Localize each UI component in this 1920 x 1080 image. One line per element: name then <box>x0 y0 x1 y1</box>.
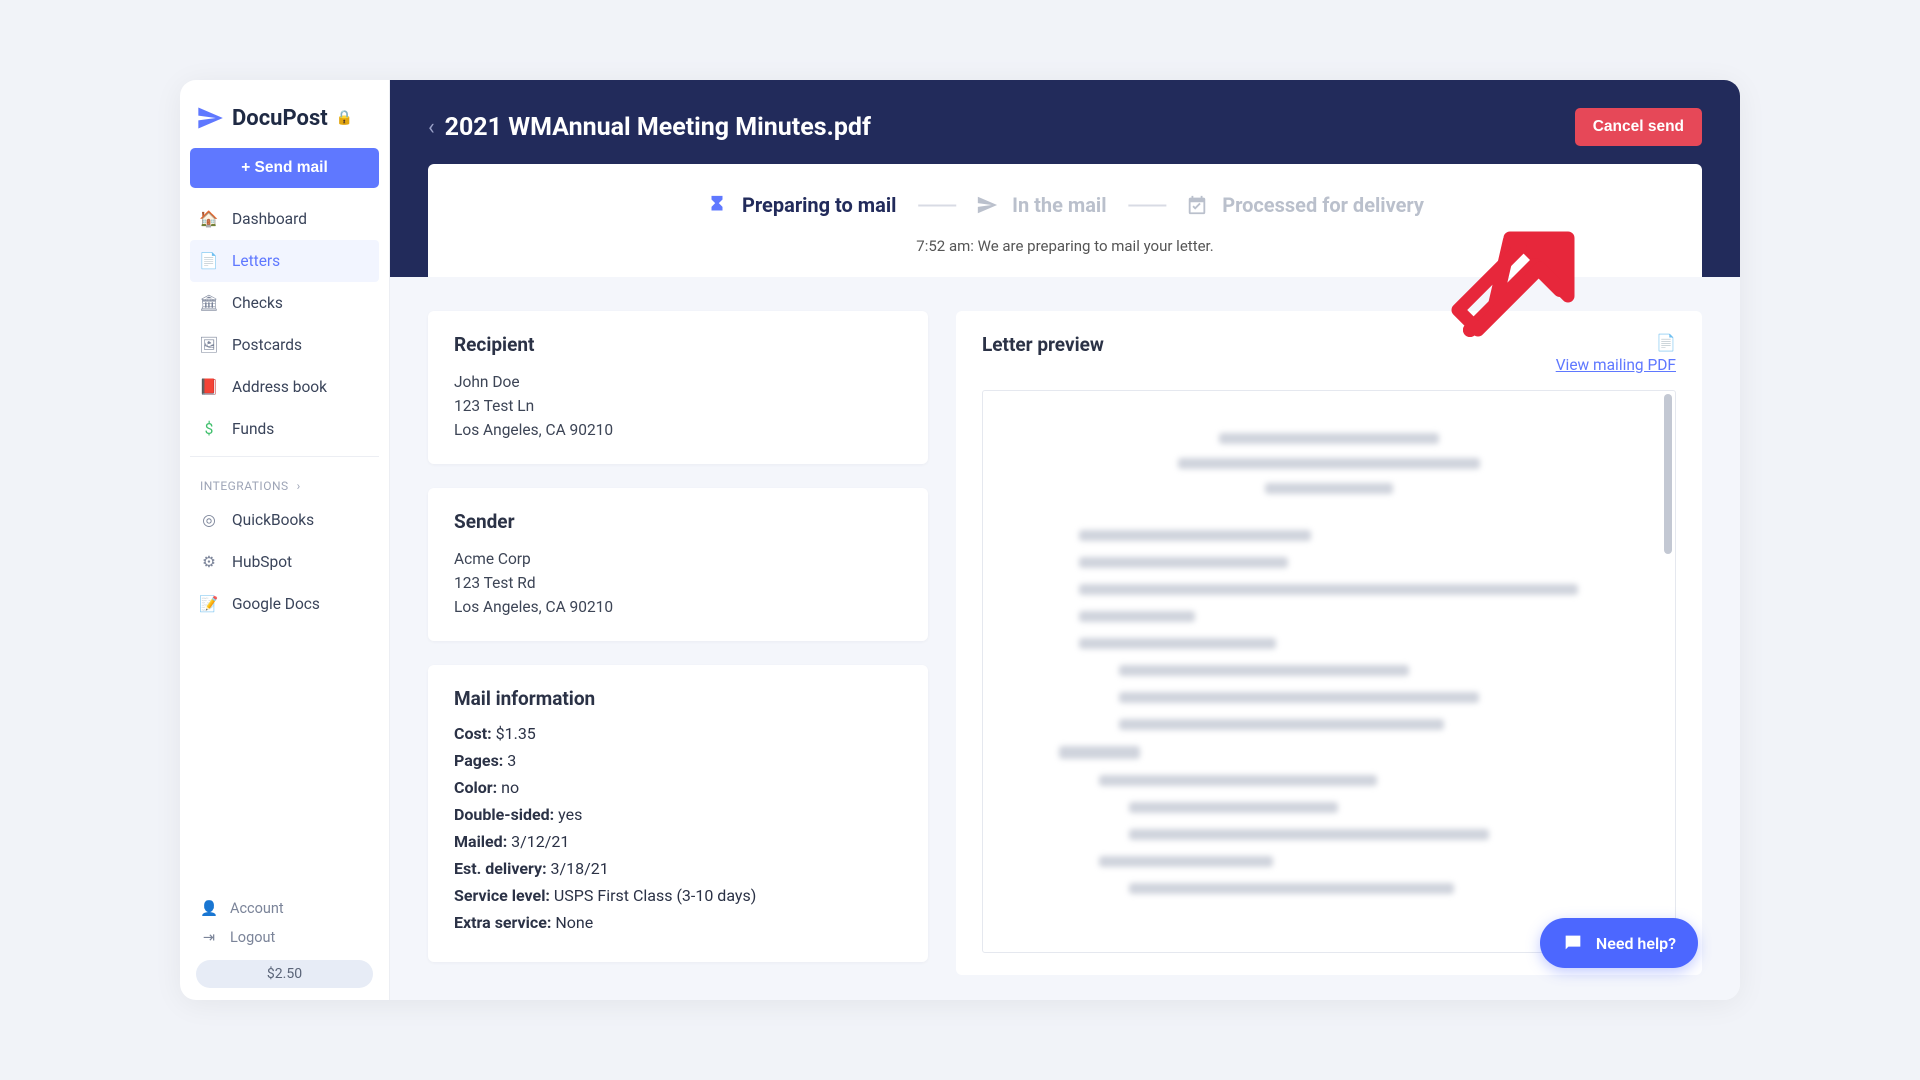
googledocs-icon: 📝 <box>200 595 218 613</box>
image-icon: 🖼 <box>200 336 218 354</box>
mailinfo-cost-label: Cost: <box>454 724 492 743</box>
status-step-inmail: In the mail <box>976 193 1106 217</box>
mailinfo-double-sided-label: Double-sided: <box>454 805 554 824</box>
sender-title: Sender <box>454 510 902 533</box>
addressbook-icon: 📕 <box>200 378 218 396</box>
sidebar-item-label: Address book <box>232 378 327 396</box>
balance-pill[interactable]: $2.50 <box>196 960 373 988</box>
mailinfo-color-value: no <box>501 778 519 797</box>
page-title: 2021 WMAnnual Meeting Minutes.pdf <box>445 113 871 142</box>
sidebar-item-label: Checks <box>232 294 283 312</box>
sidebar-item-quickbooks[interactable]: ◎ QuickBooks <box>190 499 379 541</box>
mailinfo-service-level-label: Service level: <box>454 886 550 905</box>
user-icon: 👤 <box>200 900 218 917</box>
mailinfo-pages-label: Pages: <box>454 751 503 770</box>
sidebar-item-letters[interactable]: 📄 Letters <box>190 240 379 282</box>
send-mail-button[interactable]: + Send mail <box>190 148 379 188</box>
sender-name: Acme Corp <box>454 550 531 568</box>
bank-icon: 🏛 <box>200 294 218 312</box>
send-icon <box>976 194 998 216</box>
cancel-send-button[interactable]: Cancel send <box>1575 108 1702 146</box>
pdf-icon: 📄 <box>1656 333 1676 352</box>
mailinfo-extra-service-value: None <box>555 913 593 932</box>
mailinfo-card: Mail information Cost: $1.35 Pages: 3 Co… <box>428 665 928 962</box>
home-icon: 🏠 <box>200 210 218 228</box>
dollar-icon: $ <box>200 420 218 438</box>
hubspot-icon: ⚙ <box>200 553 218 571</box>
sidebar-item-label: Google Docs <box>232 595 320 613</box>
sidebar-item-hubspot[interactable]: ⚙ HubSpot <box>190 541 379 583</box>
brand-name: DocuPost <box>232 106 328 131</box>
chat-icon <box>1562 932 1584 954</box>
letter-preview-frame[interactable] <box>982 390 1676 953</box>
recipient-card: Recipient John Doe 123 Test Ln Los Angel… <box>428 311 928 464</box>
status-card: Preparing to mail ── In the mail ── <box>428 164 1702 277</box>
file-icon: 📄 <box>200 252 218 270</box>
sidebar-item-funds[interactable]: $ Funds <box>190 408 379 450</box>
sidebar-item-postcards[interactable]: 🖼 Postcards <box>190 324 379 366</box>
sidebar-item-account[interactable]: 👤 Account <box>190 894 379 923</box>
sidebar-item-checks[interactable]: 🏛 Checks <box>190 282 379 324</box>
sidebar-item-label: Account <box>230 900 284 917</box>
mailinfo-title: Mail information <box>454 687 902 710</box>
paper-plane-icon <box>196 104 224 132</box>
mailinfo-est-delivery-label: Est. delivery: <box>454 859 547 878</box>
sidebar-item-label: Funds <box>232 420 274 438</box>
sidebar-item-label: QuickBooks <box>232 511 314 529</box>
mailinfo-service-level-value: USPS First Class (3-10 days) <box>554 886 756 905</box>
status-message: 7:52 am: We are preparing to mail your l… <box>458 237 1672 255</box>
mailinfo-cost-value: $1.35 <box>496 724 536 743</box>
sidebar-item-logout[interactable]: ⇥ Logout <box>190 923 379 952</box>
preview-title: Letter preview <box>982 333 1104 356</box>
chevron-right-icon: › <box>297 479 301 493</box>
help-button[interactable]: Need help? <box>1540 918 1698 968</box>
scrollbar-thumb[interactable] <box>1664 394 1672 554</box>
integrations-section-label: INTEGRATIONS › <box>190 456 379 499</box>
step-separator: ── <box>1129 188 1165 221</box>
view-mailing-pdf-link[interactable]: View mailing PDF <box>1556 356 1676 374</box>
status-step-preparing: Preparing to mail <box>706 193 896 217</box>
recipient-line2: Los Angeles, CA 90210 <box>454 421 613 439</box>
sidebar-item-dashboard[interactable]: 🏠 Dashboard <box>190 198 379 240</box>
mailinfo-mailed-label: Mailed: <box>454 832 507 851</box>
recipient-title: Recipient <box>454 333 902 356</box>
logout-icon: ⇥ <box>200 929 218 946</box>
sidebar-item-addressbook[interactable]: 📕 Address book <box>190 366 379 408</box>
mailinfo-color-label: Color: <box>454 778 497 797</box>
back-chevron-icon[interactable]: ‹ <box>428 115 435 140</box>
help-label: Need help? <box>1596 934 1676 953</box>
brand-logo: DocuPost 🔒 <box>190 100 379 148</box>
sidebar-item-label: HubSpot <box>232 553 292 571</box>
step-separator: ── <box>918 188 954 221</box>
sender-line1: 123 Test Rd <box>454 574 536 592</box>
quickbooks-icon: ◎ <box>200 511 218 529</box>
sidebar-item-label: Postcards <box>232 336 302 354</box>
recipient-name: John Doe <box>454 373 520 391</box>
preview-card: Letter preview 📄 View mailing PDF <box>956 311 1702 975</box>
recipient-line1: 123 Test Ln <box>454 397 534 415</box>
mailinfo-pages-value: 3 <box>507 751 516 770</box>
sidebar-item-label: Dashboard <box>232 210 307 228</box>
sidebar-item-label: Logout <box>230 929 275 946</box>
sender-card: Sender Acme Corp 123 Test Rd Los Angeles… <box>428 488 928 641</box>
sender-line2: Los Angeles, CA 90210 <box>454 598 613 616</box>
sidebar-item-label: Letters <box>232 252 280 270</box>
calendar-check-icon <box>1186 194 1208 216</box>
sidebar-item-googledocs[interactable]: 📝 Google Docs <box>190 583 379 625</box>
mailinfo-double-sided-value: yes <box>558 805 582 824</box>
mailinfo-mailed-value: 3/12/21 <box>511 832 569 851</box>
mailinfo-extra-service-label: Extra service: <box>454 913 551 932</box>
hourglass-icon <box>706 194 728 216</box>
lock-icon: 🔒 <box>336 110 353 126</box>
mailinfo-est-delivery-value: 3/18/21 <box>551 859 609 878</box>
status-step-processed: Processed for delivery <box>1186 193 1424 217</box>
